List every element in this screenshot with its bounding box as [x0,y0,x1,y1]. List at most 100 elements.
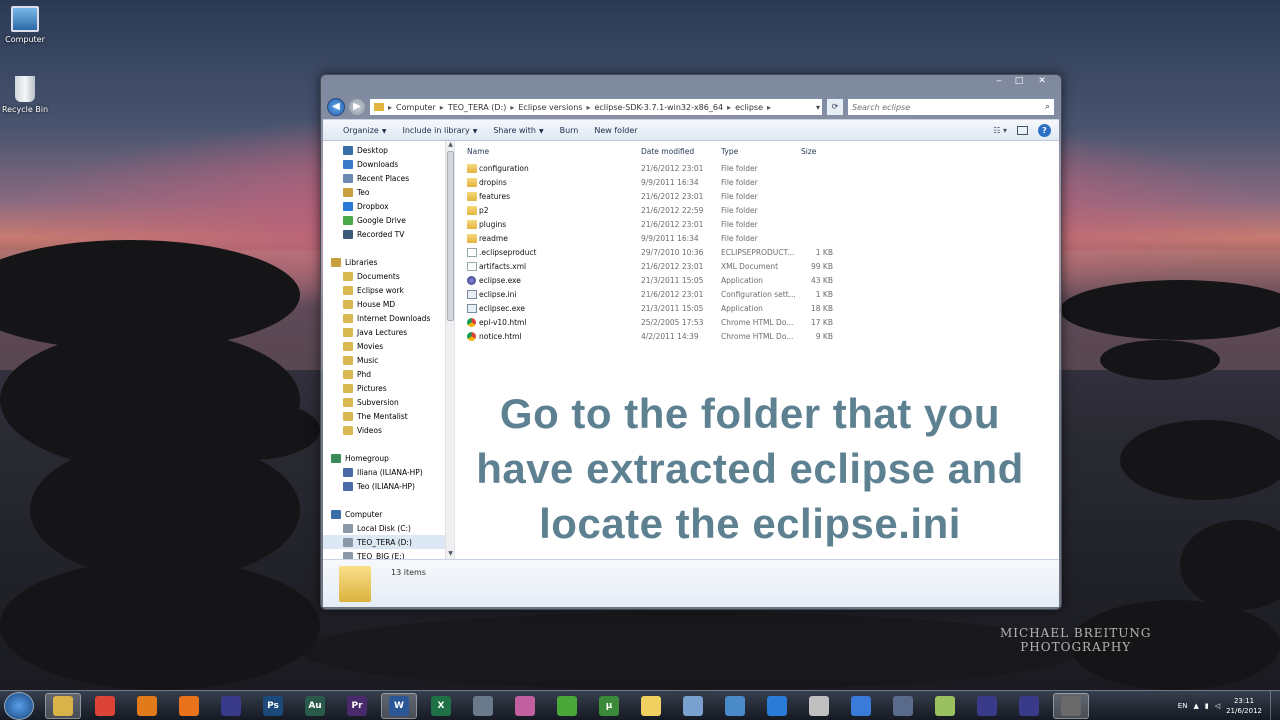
nav-item-library[interactable]: Internet Downloads [323,311,454,325]
network-icon[interactable]: ▮ [1205,702,1209,710]
file-row[interactable]: features 21/6/2012 23:01 File folder [455,190,1059,204]
taskbar-app-premiere[interactable]: Pr [339,693,375,719]
taskbar-app-excel[interactable]: X [423,693,459,719]
taskbar-app-xbox[interactable] [549,693,585,719]
file-row[interactable]: epl-v10.html 25/2/2005 17:53 Chrome HTML D… [455,316,1059,330]
forward-button[interactable]: ▶ [348,98,366,116]
taskbar-app-utorrent[interactable]: µ [591,693,627,719]
file-row[interactable]: eclipsec.exe 21/3/2011 15:05 Application 18… [455,302,1059,316]
taskbar-app-audition[interactable]: Au [297,693,333,719]
nav-item-homegroup[interactable]: Homegroup [323,451,454,465]
file-row[interactable]: artifacts.xml 21/6/2012 23:01 XML Document… [455,260,1059,274]
show-hidden-icons-icon[interactable]: ▲ [1193,702,1198,710]
taskbar-app-tool[interactable] [465,693,501,719]
help-icon[interactable]: ? [1038,123,1051,137]
taskbar-app-eclipse-2[interactable] [969,693,1005,719]
breadcrumb-computer[interactable]: Computer [396,103,436,112]
nav-item-drive[interactable]: Local Disk (C:) [323,521,454,535]
search-box[interactable]: ⌕ [847,98,1055,116]
scroll-up-icon[interactable]: ▲ [446,141,454,150]
taskbar-app-photoshop[interactable]: Ps [255,693,291,719]
file-row[interactable]: readme 9/9/2011 16:34 File folder [455,232,1059,246]
column-type[interactable]: Type [721,147,738,156]
nav-item-drive[interactable]: TEO_BIG (E:) [323,549,454,559]
nav-item-library[interactable]: Documents [323,269,454,283]
file-row[interactable]: notice.html 4/2/2011 14:39 Chrome HTML Do.… [455,330,1059,344]
file-row[interactable]: eclipse.exe 21/3/2011 15:05 Application 43 … [455,274,1059,288]
breadcrumb-sdk[interactable]: eclipse-SDK-3.7.1-win32-x86_64 [594,103,723,112]
taskbar-app-eclipse[interactable] [213,693,249,719]
search-input[interactable] [852,102,1045,112]
nav-item-computer[interactable]: Computer [323,507,454,521]
nav-item-homegroup-member[interactable]: Iliana (ILIANA-HP) [323,465,454,479]
nav-item-favorite[interactable]: Dropbox [323,199,454,213]
taskbar-app-notes[interactable] [927,693,963,719]
file-row[interactable]: eclipse.ini 21/6/2012 23:01 Configuration … [455,288,1059,302]
file-row[interactable]: p2 21/6/2012 22:59 File folder [455,204,1059,218]
taskbar-app-paint[interactable] [507,693,543,719]
close-button[interactable]: ✕ [1029,75,1055,89]
organize-button[interactable]: Organize ▼ [335,126,394,135]
nav-item-libraries[interactable]: Libraries [323,255,454,269]
start-button[interactable] [4,691,34,720]
nav-item-library[interactable]: Phd [323,367,454,381]
desktop-icon-computer[interactable]: Computer [0,6,50,44]
nav-item-library[interactable]: Pictures [323,381,454,395]
preview-pane-icon[interactable] [1017,125,1028,135]
scroll-down-icon[interactable]: ▼ [446,550,454,559]
minimize-button[interactable]: ‒ [989,75,1009,89]
file-row[interactable]: configuration 21/6/2012 23:01 File folder [455,162,1059,176]
scroll-thumb[interactable] [447,151,454,321]
share-with-button[interactable]: Share with ▼ [485,126,551,135]
taskbar-app-word[interactable]: W [381,692,417,719]
taskbar-app-itunes[interactable] [843,693,879,719]
language-indicator[interactable]: EN [1178,702,1188,710]
taskbar-app-dropbox[interactable] [759,693,795,719]
include-in-library-button[interactable]: Include in library ▼ [394,126,485,135]
show-desktop-button[interactable] [1270,690,1280,720]
breadcrumb-eclipse-versions[interactable]: Eclipse versions [518,103,582,112]
nav-item-favorite[interactable]: Recorded TV [323,227,454,241]
nav-item-library[interactable]: Videos [323,423,454,437]
nav-item-library[interactable]: The Mentalist [323,409,454,423]
chevron-down-icon[interactable]: ▾ [816,103,820,112]
nav-item-favorite[interactable]: Teo [323,185,454,199]
taskbar-app-folder[interactable] [633,693,669,719]
volume-icon[interactable]: ◁ [1215,702,1220,710]
taskbar-app-chrome-2[interactable] [801,693,837,719]
taskbar-app-network[interactable] [885,693,921,719]
nav-item-library[interactable]: Java Lectures [323,325,454,339]
breadcrumb-eclipse[interactable]: eclipse [735,103,763,112]
taskbar-app-screen[interactable] [717,693,753,719]
taskbar-app-virtualbox[interactable] [675,693,711,719]
nav-item-homegroup-member[interactable]: Teo (ILIANA-HP) [323,479,454,493]
nav-item-favorite[interactable]: Desktop [323,143,454,157]
view-options-icon[interactable]: ☷ ▾ [993,126,1007,135]
file-row[interactable]: plugins 21/6/2012 23:01 File folder [455,218,1059,232]
nav-item-library[interactable]: Movies [323,339,454,353]
nav-item-library[interactable]: Music [323,353,454,367]
column-name[interactable]: Name [467,147,489,156]
taskbar-app-media-player[interactable] [129,693,165,719]
taskbar-app-cmd[interactable] [1053,692,1089,719]
nav-item-favorite[interactable]: Downloads [323,157,454,171]
back-button[interactable]: ◀ [327,98,345,116]
breadcrumb-drive[interactable]: TEO_TERA (D:) [448,103,507,112]
nav-item-library[interactable]: Eclipse work [323,283,454,297]
refresh-button[interactable]: ⟳ [826,98,844,116]
nav-item-library[interactable]: Subversion [323,395,454,409]
column-date-modified[interactable]: Date modified [641,147,694,156]
nav-item-drive[interactable]: TEO_TERA (D:) [323,535,454,549]
taskbar-app-firefox[interactable] [171,693,207,719]
burn-button[interactable]: Burn [552,126,587,135]
search-icon[interactable]: ⌕ [1045,102,1050,112]
address-bar[interactable]: ▸ Computer ▸ TEO_TERA (D:) ▸ Eclipse ver… [369,98,823,116]
file-row[interactable]: .eclipseproduct 29/7/2010 10:36 ECLIPSEPRO… [455,246,1059,260]
desktop-icon-recycle-bin[interactable]: Recycle Bin [0,76,50,114]
nav-item-favorite[interactable]: Recent Places [323,171,454,185]
clock[interactable]: 23:11 21/6/2012 [1226,696,1262,716]
maximize-button[interactable]: □ [1009,75,1029,89]
nav-item-favorite[interactable]: Google Drive [323,213,454,227]
column-size[interactable]: Size [801,147,816,156]
taskbar-app-explorer[interactable] [45,692,81,719]
